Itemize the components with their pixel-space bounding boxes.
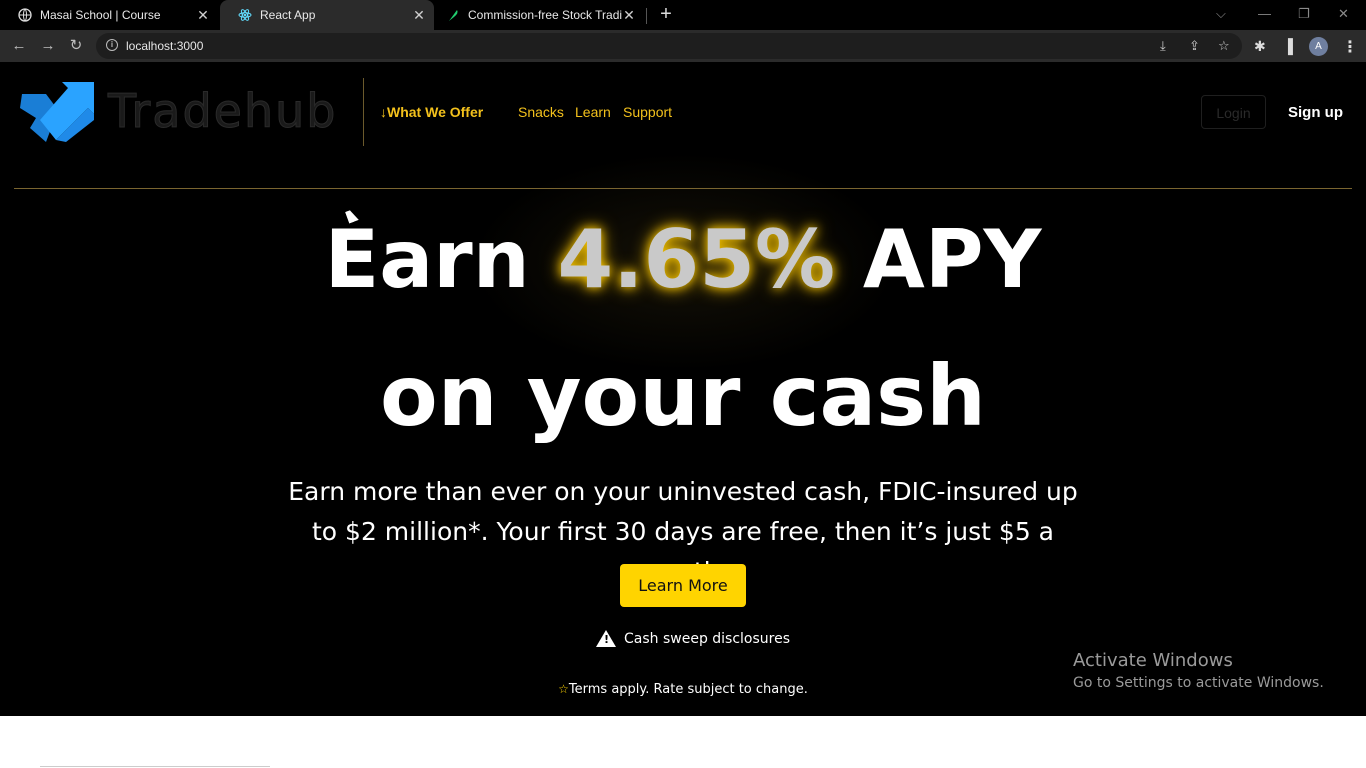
tab-search-icon[interactable]: ⌵ [1216, 6, 1226, 22]
extensions-icon[interactable]: ✱ [1254, 38, 1266, 55]
nav-what-we-offer[interactable]: ↓What We Offer [380, 104, 483, 120]
reload-icon[interactable]: ↻ [68, 38, 84, 54]
tab-masai[interactable]: Masai School | Course ✕ [0, 0, 218, 30]
profile-avatar[interactable]: A [1309, 37, 1328, 56]
disclosure-label: Cash sweep disclosures [624, 630, 791, 647]
restore-icon[interactable]: ❐ [1298, 6, 1310, 22]
react-icon [238, 8, 252, 22]
tab-react-app[interactable]: React App ✕ [220, 0, 434, 30]
windows-activation-watermark: Activate Windows Go to Settings to activ… [1073, 650, 1324, 691]
activate-title: Activate Windows [1073, 650, 1233, 671]
nav-snacks[interactable]: Snacks [518, 104, 564, 120]
star-icon: ☆ [558, 682, 569, 696]
logo[interactable]: Tradehub [16, 80, 346, 144]
cash-sweep-disclosures-link[interactable]: ! Cash sweep disclosures [596, 630, 790, 647]
tab-strip: Masai School | Course ✕ React App ✕ Comm… [0, 0, 1366, 30]
tab-title: React App [260, 8, 316, 22]
next-section [0, 716, 1366, 768]
minimize-icon[interactable]: — [1258, 6, 1271, 21]
globe-icon [18, 8, 32, 22]
close-icon[interactable]: ✕ [412, 7, 426, 24]
address-bar[interactable]: i localhost:3000 ⤓ ⇪ ☆ [96, 33, 1242, 59]
section-divider [40, 766, 270, 767]
hero-suffix: APY [835, 213, 1042, 306]
new-tab-button[interactable]: + [656, 4, 676, 26]
forward-icon[interactable]: → [40, 38, 56, 54]
tradehub-arrows-icon [20, 82, 94, 142]
apy-rate: 4.65% [557, 213, 836, 306]
header-divider [363, 78, 364, 146]
side-panel-icon[interactable]: ▐ [1283, 38, 1293, 54]
hero-prefix: Earn [324, 213, 558, 306]
nav-learn[interactable]: Learn [575, 104, 611, 120]
learn-more-button[interactable]: Learn More [620, 564, 746, 607]
login-button[interactable]: Login [1201, 95, 1266, 129]
hero-heading-line1: Earn 4.65% APY [0, 210, 1366, 310]
nav-support[interactable]: Support [623, 104, 672, 120]
install-icon[interactable]: ⤓ [1160, 38, 1166, 54]
bookmark-star-icon[interactable]: ☆ [1218, 38, 1230, 54]
warning-icon: ! [596, 630, 616, 647]
close-icon[interactable]: ✕ [622, 7, 636, 24]
menu-icon[interactable]: ⋮ [1342, 37, 1358, 57]
feather-icon [446, 8, 460, 22]
share-icon[interactable]: ⇪ [1189, 38, 1200, 54]
terms-text: Terms apply. Rate subject to change. [568, 682, 808, 697]
site-info-icon[interactable]: i [106, 39, 118, 51]
window-close-icon[interactable]: ✕ [1338, 6, 1349, 22]
signup-link[interactable]: Sign up [1288, 104, 1343, 121]
brand-name: Tradehub [107, 84, 338, 139]
tab-separator [646, 8, 647, 24]
tab-title: Masai School | Course [40, 8, 161, 22]
back-icon[interactable]: ← [11, 38, 27, 54]
browser-toolbar: ← → ↻ i localhost:3000 ⤓ ⇪ ☆ [0, 30, 1366, 62]
url-text[interactable]: localhost:3000 [126, 39, 203, 53]
activate-subtitle: Go to Settings to activate Windows. [1073, 675, 1324, 691]
close-icon[interactable]: ✕ [196, 7, 210, 24]
page-content: Tradehub ↓What We Offer Snacks Learn Sup… [0, 62, 1366, 716]
tab-stock-trading[interactable]: Commission-free Stock Trading & ✕ [436, 0, 644, 30]
header-rule [14, 188, 1352, 189]
hero-heading-line2: on your cash [380, 347, 986, 445]
tab-title: Commission-free Stock Trading & [468, 8, 622, 22]
